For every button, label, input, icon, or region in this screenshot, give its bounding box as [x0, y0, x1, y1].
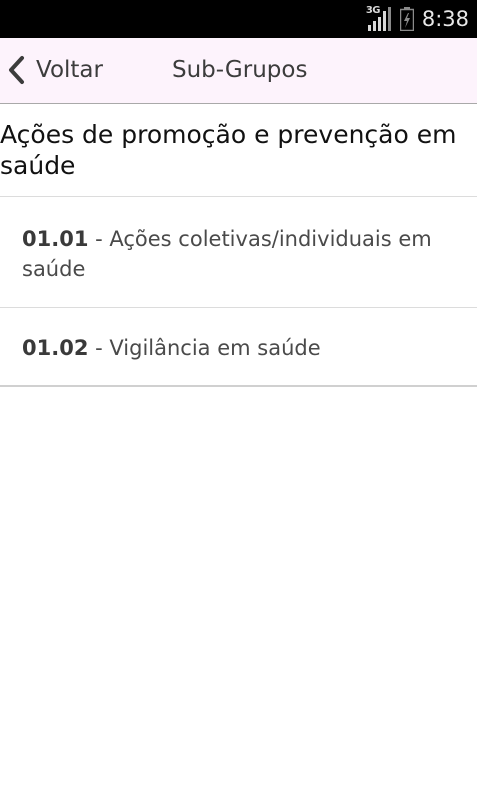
status-clock: 8:38 — [421, 7, 469, 31]
subgroup-code: 01.01 — [22, 227, 89, 251]
subgroup-list: 01.01 - Ações coletivas/individuais em s… — [0, 198, 477, 387]
signal-icon: 3G — [366, 5, 392, 32]
back-label: Voltar — [36, 57, 103, 83]
action-bar: Voltar Sub-Grupos — [0, 38, 477, 104]
subgroup-code: 01.02 — [22, 336, 89, 360]
back-button[interactable]: Voltar — [6, 48, 103, 92]
list-item-subgroup-0101[interactable]: 01.01 - Ações coletivas/individuais em s… — [0, 198, 477, 308]
battery-charging-icon — [399, 7, 415, 32]
status-icons: 3G 8:38 — [366, 0, 469, 38]
page-title: Sub-Grupos — [172, 57, 308, 83]
subgroup-text: 01.02 - Vigilância em saúde — [22, 333, 432, 363]
subgroup-text: 01.01 - Ações coletivas/individuais em s… — [22, 224, 432, 284]
chevron-left-icon — [6, 55, 28, 85]
group-header: Ações de promoção e prevenção em saúde — [0, 104, 477, 197]
list-item-subgroup-0102[interactable]: 01.02 - Vigilância em saúde — [0, 308, 477, 387]
status-bar: 3G 8:38 — [0, 0, 477, 38]
subgroup-separator: - — [88, 336, 110, 360]
group-title: Ações de promoção e prevenção em saúde — [0, 120, 457, 180]
subgroup-name: Vigilância em saúde — [109, 336, 321, 360]
subgroup-separator: - — [88, 227, 110, 251]
